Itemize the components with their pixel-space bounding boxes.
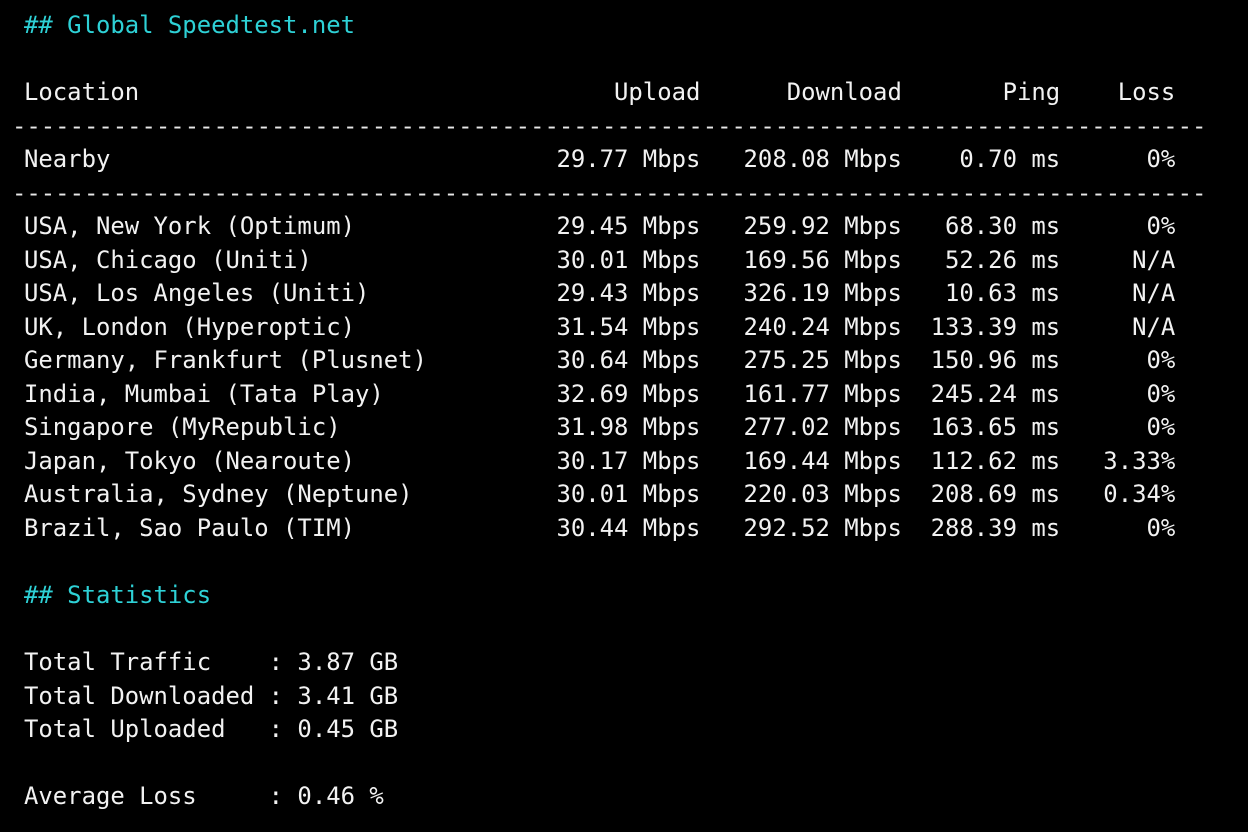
total-downloaded-line: Total Downloaded : 3.41 GB — [24, 681, 399, 710]
table-header: Location Upload Download Ping Loss — [24, 77, 1176, 106]
table-row: India, Mumbai (Tata Play) 32.69 Mbps 161… — [24, 379, 1176, 408]
total-traffic-line: Total Traffic : 3.87 GB — [24, 647, 399, 676]
total-uploaded-line: Total Uploaded : 0.45 GB — [24, 714, 399, 743]
table-row: Japan, Tokyo (Nearoute) 30.17 Mbps 169.4… — [24, 446, 1176, 475]
table-row: Singapore (MyRepublic) 31.98 Mbps 277.02… — [24, 412, 1176, 441]
terminal-output: ## Global Speedtest.net Location Upload … — [0, 0, 1248, 832]
separator-top: ----------------------------------------… — [12, 111, 1207, 140]
separator-bottom: ----------------------------------------… — [12, 178, 1207, 207]
speedtest-heading: ## Global Speedtest.net — [24, 10, 355, 39]
table-row: Germany, Frankfurt (Plusnet) 30.64 Mbps … — [24, 345, 1176, 374]
table-row: Brazil, Sao Paulo (TIM) 30.44 Mbps 292.5… — [24, 513, 1176, 542]
table-row: UK, London (Hyperoptic) 31.54 Mbps 240.2… — [24, 312, 1176, 341]
table-row: Australia, Sydney (Neptune) 30.01 Mbps 2… — [24, 479, 1176, 508]
nearby-row: Nearby 29.77 Mbps 208.08 Mbps 0.70 ms 0% — [24, 144, 1176, 173]
statistics-heading: ## Statistics — [24, 580, 212, 609]
table-row: USA, Chicago (Uniti) 30.01 Mbps 169.56 M… — [24, 245, 1176, 274]
table-row: USA, New York (Optimum) 29.45 Mbps 259.9… — [24, 211, 1176, 240]
average-loss-line: Average Loss : 0.46 % — [24, 781, 384, 810]
table-row: USA, Los Angeles (Uniti) 29.43 Mbps 326.… — [24, 278, 1176, 307]
